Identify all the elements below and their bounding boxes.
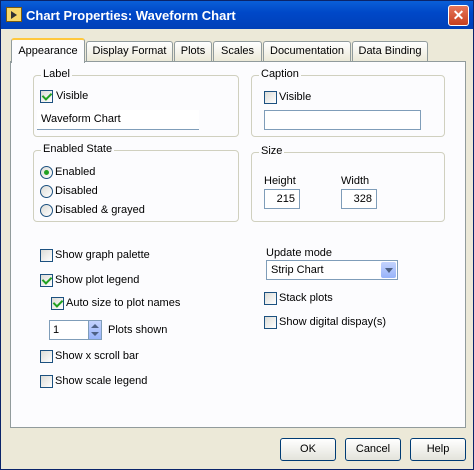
plots-shown-spinner-icon[interactable] xyxy=(88,320,102,340)
show-digital-display-checkbox[interactable] xyxy=(264,316,277,329)
update-mode-value: Strip Chart xyxy=(271,264,324,276)
update-mode-label: Update mode xyxy=(266,247,333,259)
plots-shown-input[interactable]: 1 xyxy=(49,320,89,340)
show-scale-legend-checkbox[interactable] xyxy=(40,375,53,388)
size-group: Size xyxy=(251,145,445,222)
stack-plots-checkbox[interactable] xyxy=(264,292,277,305)
disabled-radio[interactable] xyxy=(40,185,53,198)
height-input[interactable]: 215 xyxy=(264,189,300,209)
width-label: Width xyxy=(341,175,370,187)
chart-properties-dialog: Chart Properties: Waveform Chart ✕ Appea… xyxy=(0,0,474,470)
show-scale-legend-label: Show scale legend xyxy=(55,375,148,387)
label-visible-label: Visible xyxy=(56,90,89,102)
show-graph-palette-checkbox[interactable] xyxy=(40,249,53,262)
show-plot-legend-checkbox[interactable] xyxy=(40,274,53,287)
show-graph-palette-label: Show graph palette xyxy=(55,249,150,261)
enabled-radio-label: Enabled xyxy=(55,166,96,178)
appearance-panel: Label Visible Waveform Chart Caption Vis… xyxy=(10,61,466,428)
caption-text-input[interactable] xyxy=(264,110,421,130)
height-label: Height xyxy=(264,175,296,187)
title-bar[interactable]: Chart Properties: Waveform Chart ✕ xyxy=(1,1,473,29)
show-digital-display-label: Show digital dispay(s) xyxy=(279,316,386,328)
show-x-scroll-bar-checkbox[interactable] xyxy=(40,350,53,363)
stack-plots-label: Stack plots xyxy=(279,292,333,304)
chevron-down-icon[interactable] xyxy=(381,262,396,278)
caption-visible-checkbox[interactable] xyxy=(264,91,277,104)
update-mode-select[interactable]: Strip Chart xyxy=(266,260,398,280)
width-input[interactable]: 328 xyxy=(341,189,377,209)
auto-size-checkbox[interactable] xyxy=(51,297,64,310)
tab-documentation[interactable]: Documentation xyxy=(263,41,351,61)
ok-button[interactable]: OK xyxy=(280,438,336,461)
caption-visible-label: Visible xyxy=(279,91,312,103)
tab-appearance[interactable]: Appearance xyxy=(11,38,85,63)
show-x-scroll-bar-label: Show x scroll bar xyxy=(55,350,139,362)
cancel-button[interactable]: Cancel xyxy=(345,438,401,461)
enabled-radio[interactable] xyxy=(40,166,53,179)
disabled-grayed-radio-label: Disabled & grayed xyxy=(55,204,145,216)
size-group-title: Size xyxy=(259,145,285,157)
caption-group-title: Caption xyxy=(259,68,301,80)
labview-app-icon xyxy=(6,7,22,22)
close-button[interactable]: ✕ xyxy=(448,5,469,26)
tab-plots[interactable]: Plots xyxy=(174,41,212,61)
plots-shown-label: Plots shown xyxy=(108,324,168,336)
enabled-state-title: Enabled State xyxy=(41,143,115,155)
auto-size-label: Auto size to plot names xyxy=(66,297,181,309)
label-group-title: Label xyxy=(41,68,72,80)
help-button[interactable]: Help xyxy=(410,438,466,461)
tab-scales[interactable]: Scales xyxy=(213,41,262,61)
label-text-input[interactable]: Waveform Chart xyxy=(37,110,199,130)
show-plot-legend-label: Show plot legend xyxy=(55,274,140,286)
window-title: Chart Properties: Waveform Chart xyxy=(26,8,236,23)
disabled-grayed-radio[interactable] xyxy=(40,204,53,217)
tab-data-binding[interactable]: Data Binding xyxy=(352,41,428,61)
label-visible-checkbox[interactable] xyxy=(40,90,53,103)
tab-display-format[interactable]: Display Format xyxy=(86,41,173,61)
disabled-radio-label: Disabled xyxy=(55,185,98,197)
